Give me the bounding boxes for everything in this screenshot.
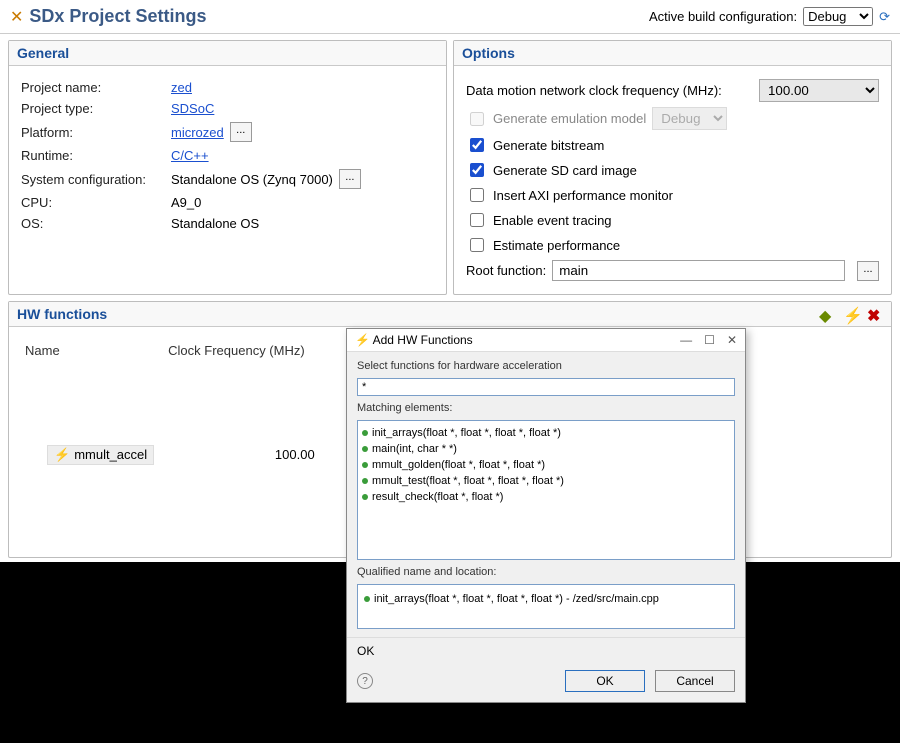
project-type-link[interactable]: SDSoC	[171, 101, 214, 116]
list-item[interactable]: main(int, char * *)	[362, 441, 730, 457]
sysconfig-browse-button[interactable]: ...	[339, 169, 361, 189]
options-panel: Options Data motion network clock freque…	[453, 40, 892, 295]
qualified-box: init_arrays(float *, float *, float *, f…	[357, 584, 735, 629]
manage-configs-icon[interactable]: ⟳	[879, 9, 890, 25]
general-header: General	[9, 41, 446, 66]
platform-label: Platform:	[21, 125, 171, 140]
clock-freq-select[interactable]: 100.00	[759, 79, 879, 102]
emulation-mode-select: Debug	[652, 107, 727, 130]
sysconfig-label: System configuration:	[21, 172, 171, 187]
platform-link[interactable]: microzed	[171, 125, 224, 140]
gen-sd-label: Generate SD card image	[493, 163, 637, 178]
settings-icon: ✕	[10, 7, 23, 27]
filter-input[interactable]	[357, 378, 735, 396]
active-config-label: Active build configuration:	[649, 9, 797, 24]
enable-trace-label: Enable event tracing	[493, 213, 612, 228]
gen-emulation-checkbox	[470, 112, 484, 126]
project-name-label: Project name:	[21, 80, 171, 95]
freq-label: Data motion network clock frequency (MHz…	[466, 83, 753, 98]
function-icon	[364, 596, 370, 602]
page-title: SDx Project Settings	[29, 6, 206, 27]
cpu-label: CPU:	[21, 195, 171, 210]
options-header: Options	[454, 41, 891, 66]
list-item[interactable]: mmult_test(float *, float *, float *, fl…	[362, 473, 730, 489]
enable-trace-checkbox[interactable]	[470, 213, 484, 227]
os-label: OS:	[21, 216, 171, 231]
matching-list[interactable]: init_arrays(float *, float *, float *, f…	[357, 420, 735, 560]
root-fn-browse-button[interactable]: ...	[857, 261, 879, 281]
gen-emulation-label: Generate emulation model	[493, 111, 646, 126]
dialog-status: OK	[357, 644, 735, 658]
function-icon	[362, 494, 368, 500]
sysconfig-value: Standalone OS (Zynq 7000)	[171, 172, 333, 187]
gen-sd-checkbox[interactable]	[470, 163, 484, 177]
col-name: Name	[21, 339, 162, 362]
function-icon	[362, 478, 368, 484]
insert-axi-label: Insert AXI performance monitor	[493, 188, 673, 203]
remove-hw-function-icon[interactable]: ✖	[867, 306, 883, 322]
cancel-button[interactable]: Cancel	[655, 670, 735, 692]
platform-browse-button[interactable]: ...	[230, 122, 252, 142]
insert-axi-checkbox[interactable]	[470, 188, 484, 202]
titlebar: ✕ SDx Project Settings Active build conf…	[0, 0, 900, 34]
qualified-value: init_arrays(float *, float *, float *, f…	[374, 593, 659, 605]
gen-bitstream-checkbox[interactable]	[470, 138, 484, 152]
bolt-icon: ⚡	[54, 447, 70, 463]
hw-functions-title: HW functions	[17, 306, 107, 322]
help-icon[interactable]: ?	[357, 673, 373, 689]
function-icon	[362, 446, 368, 452]
project-name-link[interactable]: zed	[171, 80, 192, 95]
list-item[interactable]: init_arrays(float *, float *, float *, f…	[362, 425, 730, 441]
dialog-title: Add HW Functions	[373, 333, 473, 347]
root-fn-label: Root function:	[466, 263, 546, 278]
col-freq: Clock Frequency (MHz)	[164, 339, 323, 362]
gen-bitstream-label: Generate bitstream	[493, 138, 604, 153]
minimize-icon[interactable]: —	[680, 333, 692, 347]
hw-fn-name: mmult_accel	[74, 447, 147, 462]
function-icon	[362, 462, 368, 468]
matching-label: Matching elements:	[357, 402, 735, 414]
runtime-link[interactable]: C/C++	[171, 148, 209, 163]
hw-fn-freq: 100.00	[164, 364, 323, 545]
add-hw-function-icon[interactable]: ⚡	[843, 306, 859, 322]
function-icon	[362, 430, 368, 436]
build-config-select[interactable]: Debug	[803, 7, 873, 26]
qualified-label: Qualified name and location:	[357, 566, 735, 578]
add-hw-functions-dialog: ⚡ Add HW Functions — ☐ ✕ Select function…	[346, 328, 746, 703]
ok-button[interactable]: OK	[565, 670, 645, 692]
list-item[interactable]: result_check(float *, float *)	[362, 489, 730, 505]
close-icon[interactable]: ✕	[727, 333, 737, 347]
hw-functions-table: Name Clock Frequency (MHz) ⚡ mmult_accel …	[19, 337, 325, 547]
dialog-prompt: Select functions for hardware accelerati…	[357, 360, 735, 372]
os-value: Standalone OS	[171, 216, 259, 231]
table-row[interactable]: ⚡ mmult_accel 100.00	[21, 364, 323, 545]
maximize-icon[interactable]: ☐	[704, 333, 715, 347]
general-panel: General Project name:zed Project type:SD…	[8, 40, 447, 295]
bolt-icon: ⚡	[355, 333, 370, 347]
root-function-input[interactable]	[552, 260, 845, 281]
cpu-value: A9_0	[171, 195, 201, 210]
estimate-perf-label: Estimate performance	[493, 238, 620, 253]
runtime-label: Runtime:	[21, 148, 171, 163]
estimate-perf-checkbox[interactable]	[470, 238, 484, 252]
list-item[interactable]: mmult_golden(float *, float *, float *)	[362, 457, 730, 473]
project-type-label: Project type:	[21, 101, 171, 116]
toggle-hw-icon[interactable]: ◆	[819, 306, 835, 322]
